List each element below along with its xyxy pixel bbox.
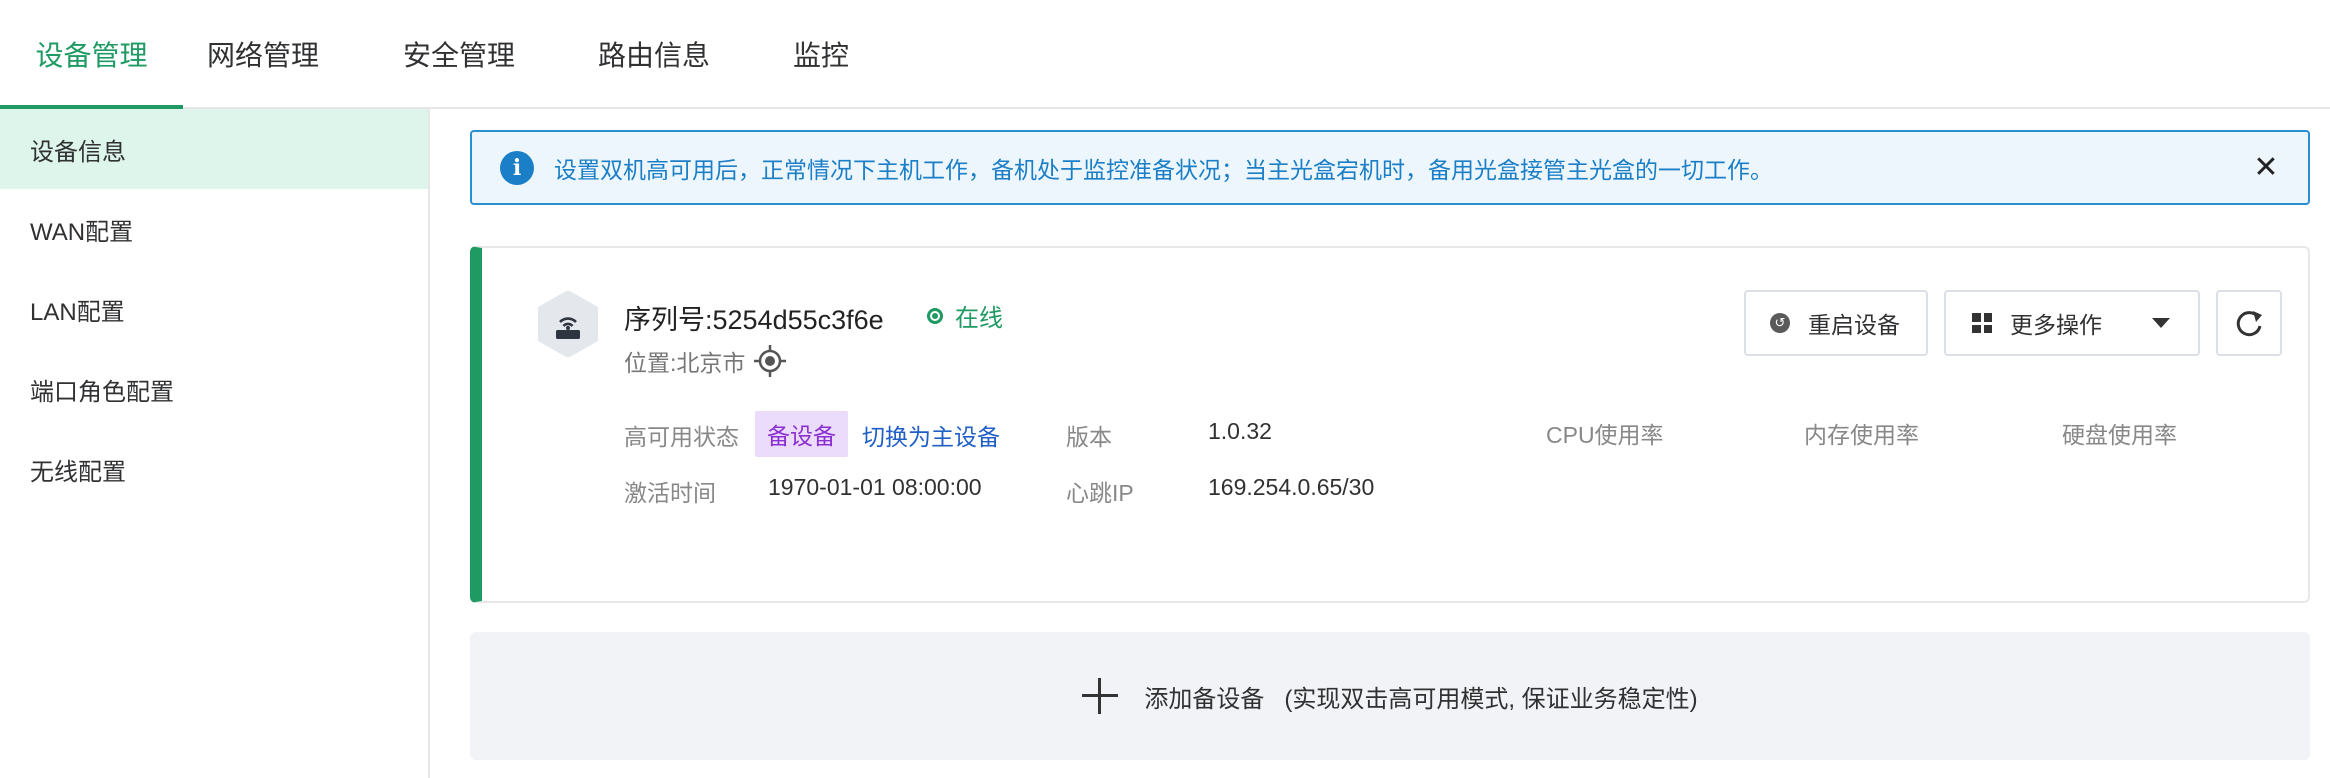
more-actions-dropdown[interactable]: 更多操作 bbox=[1944, 290, 2200, 356]
caret-down-icon bbox=[2152, 318, 2170, 328]
heartbeat-ip-label: 心跳IP bbox=[1066, 480, 1134, 506]
status-badge: 在线 bbox=[927, 298, 1003, 333]
device-serial: 序列号:5254d55c3f6e bbox=[624, 305, 884, 335]
activate-time-value: 1970-01-01 08:00:00 bbox=[768, 474, 982, 500]
refresh-icon bbox=[2236, 311, 2262, 337]
sidebar-item-port-role-config[interactable]: 端口角色配置 bbox=[0, 349, 428, 429]
tab-monitor[interactable]: 监控 bbox=[733, 0, 909, 107]
device-card: 序列号:5254d55c3f6e 在线 位置:北京市 ↺ 重启设备 更多操作 高… bbox=[470, 246, 2310, 603]
disk-usage-label: 硬盘使用率 bbox=[2062, 422, 2177, 448]
activate-time-label: 激活时间 bbox=[624, 480, 716, 506]
heartbeat-ip-value: 169.254.0.65/30 bbox=[1208, 474, 1375, 500]
add-standby-label: 添加备设备 bbox=[1144, 685, 1265, 713]
router-icon bbox=[538, 290, 598, 358]
device-location: 位置:北京市 bbox=[624, 344, 787, 378]
ha-status-label: 高可用状态 bbox=[624, 424, 739, 450]
plus-icon bbox=[1082, 678, 1119, 714]
refresh-button[interactable] bbox=[2216, 290, 2282, 356]
add-standby-device-button[interactable]: 添加备设备 (实现双击高可用模式, 保证业务稳定性) bbox=[470, 632, 2310, 760]
sidebar: 设备信息 WAN配置 LAN配置 端口角色配置 无线配置 bbox=[0, 109, 430, 778]
info-icon: i bbox=[500, 150, 534, 185]
top-nav: 设备管理 网络管理 安全管理 路由信息 监控 bbox=[0, 0, 2330, 109]
cpu-usage-label: CPU使用率 bbox=[1546, 422, 1664, 448]
add-standby-note: (实现双击高可用模式, 保证业务稳定性) bbox=[1284, 685, 1698, 713]
version-value: 1.0.32 bbox=[1208, 418, 1272, 444]
memory-usage-label: 内存使用率 bbox=[1804, 422, 1919, 448]
restart-icon: ↺ bbox=[1770, 313, 1790, 333]
ha-status-badge: 备设备 bbox=[755, 411, 848, 457]
tab-device-management[interactable]: 设备管理 bbox=[0, 0, 183, 109]
switch-to-master-link[interactable]: 切换为主设备 bbox=[862, 418, 1000, 452]
close-icon[interactable]: ✕ bbox=[2246, 148, 2286, 188]
grid-icon bbox=[1972, 313, 1992, 333]
restart-device-button[interactable]: ↺ 重启设备 bbox=[1744, 290, 1928, 356]
tab-network-management[interactable]: 网络管理 bbox=[183, 0, 343, 107]
online-dot-icon bbox=[927, 307, 943, 324]
alert-message: 设置双机高可用后，正常情况下主机工作，备机处于监控准备状况；当主光盒宕机时，备用… bbox=[554, 156, 1773, 183]
sidebar-item-device-info[interactable]: 设备信息 bbox=[0, 109, 428, 189]
sidebar-item-wireless-config[interactable]: 无线配置 bbox=[0, 429, 428, 509]
tab-route-info[interactable]: 路由信息 bbox=[575, 0, 733, 107]
locate-icon[interactable] bbox=[753, 344, 787, 378]
tab-security-management[interactable]: 安全管理 bbox=[343, 0, 575, 107]
version-label: 版本 bbox=[1066, 424, 1112, 450]
info-alert: i 设置双机高可用后，正常情况下主机工作，备机处于监控准备状况；当主光盒宕机时，… bbox=[470, 130, 2310, 205]
sidebar-item-wan-config[interactable]: WAN配置 bbox=[0, 189, 428, 269]
sidebar-item-lan-config[interactable]: LAN配置 bbox=[0, 269, 428, 349]
